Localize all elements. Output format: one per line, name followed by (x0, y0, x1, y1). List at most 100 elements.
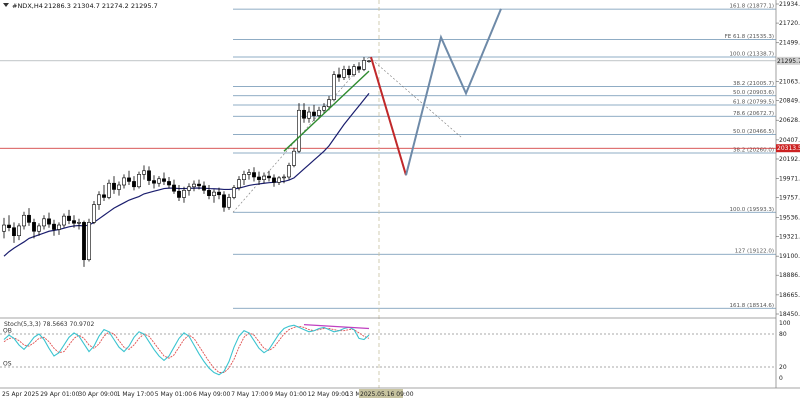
current-time-label: 2025.05.16 09:00 (360, 391, 414, 398)
candle-body (307, 111, 311, 119)
candle-body (187, 186, 191, 191)
candle-body (292, 150, 296, 166)
candle-body (72, 220, 76, 224)
price-tick-label: 19757.0 (779, 195, 800, 202)
candle-body (332, 74, 336, 100)
candle-body (52, 223, 56, 230)
candle-body (137, 174, 141, 188)
price-tick-label: 18886.0 (779, 272, 800, 279)
fib-level-label: 50.0 (20466.5) (733, 129, 774, 135)
candle-body (297, 109, 301, 152)
candle-body (157, 178, 161, 184)
candle-body (227, 197, 231, 208)
time-tick-label: 25 Apr 2025 (2, 391, 39, 398)
stochastic-label: Stoch(5,3,3) 78.5663 70.9702 (4, 321, 95, 328)
candle-body (162, 178, 166, 182)
candle-body (82, 222, 86, 261)
candle-body (247, 172, 251, 175)
candle-body (277, 177, 281, 183)
candle-body (92, 204, 96, 223)
candle-body (257, 176, 261, 180)
price-tick-label: 20192.5 (779, 156, 800, 163)
candle-body (357, 66, 361, 70)
price-tick-label: 21499.0 (779, 40, 800, 47)
candle-body (267, 175, 271, 179)
stoch-os-label: OS (3, 361, 12, 368)
stoch-tick-label: 0 (779, 375, 783, 382)
candle-body (87, 222, 91, 261)
candle-body (112, 182, 116, 190)
candle-body (262, 175, 266, 180)
candle-body (207, 190, 211, 196)
candle-body (107, 182, 111, 198)
candle-body (222, 194, 226, 208)
current-price-label: 21295.7 (777, 58, 800, 65)
fib-level-label: 61.8 (20799.5) (733, 99, 774, 105)
chart-canvas: 161.8 (21877.1) FE 61.8 (21535.3) 100.0 (2… (0, 0, 800, 400)
price-tick-label: 20849.0 (779, 98, 800, 105)
candle-body (102, 194, 106, 198)
candle-body (347, 69, 351, 75)
price-tick-label: 20407.0 (779, 137, 800, 144)
fib-level-label: 50.0 (20903.6) (733, 90, 774, 96)
candle-body (147, 170, 151, 181)
candle-body (242, 174, 246, 180)
candle-body (152, 180, 156, 184)
candle-body (192, 183, 196, 188)
candle-body (342, 69, 346, 78)
candle-body (67, 215, 71, 221)
candle-body (97, 194, 101, 205)
price-tick-label: 19536.0 (779, 214, 800, 221)
candle-body (327, 99, 331, 108)
price-tick-label: 18450.0 (779, 311, 800, 318)
candle-body (197, 183, 201, 187)
fib-level-label: FE 61.8 (21535.3) (725, 34, 774, 40)
candle-body (27, 214, 31, 223)
candle-body (22, 214, 26, 227)
candle-body (252, 172, 256, 178)
candle-body (2, 224, 6, 232)
candle-body (177, 190, 181, 198)
candle-body (212, 191, 216, 196)
candle-body (182, 190, 186, 198)
candle-body (7, 224, 11, 229)
candle-body (117, 184, 121, 190)
fib-level-label: 161.8 (18514.6) (729, 303, 774, 309)
candle-body (237, 179, 241, 188)
chart-ohlc-label: 21286.3 21304.7 21274.2 21295.7 (44, 2, 158, 10)
fib-level-label: 100.0 (21338.7) (729, 52, 774, 58)
stoch-tick-label: 100 (779, 320, 791, 327)
candle-body (287, 165, 291, 178)
candle-body (337, 74, 341, 78)
candle-body (37, 225, 41, 232)
time-tick-label: 12 May 09:00 (308, 391, 349, 398)
candle-body (232, 187, 236, 198)
fib-level-label: 38.2 (21005.7) (733, 81, 774, 87)
fib-level-label: 100.0 (19593.3) (729, 207, 774, 213)
candle-body (122, 177, 126, 186)
candle-body (47, 218, 51, 225)
candle-body (127, 177, 131, 182)
candle-body (367, 60, 371, 62)
stoch-tick-label: 80 (779, 331, 787, 338)
candle-body (12, 227, 16, 237)
candle-body (317, 109, 321, 116)
fib-level-label: 78.6 (20672.7) (733, 111, 774, 117)
candle-body (272, 177, 276, 183)
candle-body (217, 191, 221, 196)
time-tick-label: 30 Apr 09:00 (78, 391, 117, 398)
fib-level-label: 127 (19122.0) (735, 249, 774, 255)
price-tick-label: 21063.0 (779, 79, 800, 86)
candle-body (32, 222, 36, 232)
time-tick-label: 9 May 01:00 (269, 391, 307, 398)
price-tick-label: 19971.0 (779, 176, 800, 183)
time-tick-label: 29 Apr 01:00 (40, 391, 79, 398)
candle-body (352, 66, 356, 75)
time-tick-label: 6 May 09:00 (193, 391, 231, 398)
chart-background (0, 0, 800, 400)
candle-body (42, 218, 46, 227)
candle-body (362, 60, 366, 70)
candle-body (302, 109, 306, 119)
price-tick-label: 19100.0 (779, 253, 800, 260)
stoch-ob-label: OB (3, 328, 12, 335)
